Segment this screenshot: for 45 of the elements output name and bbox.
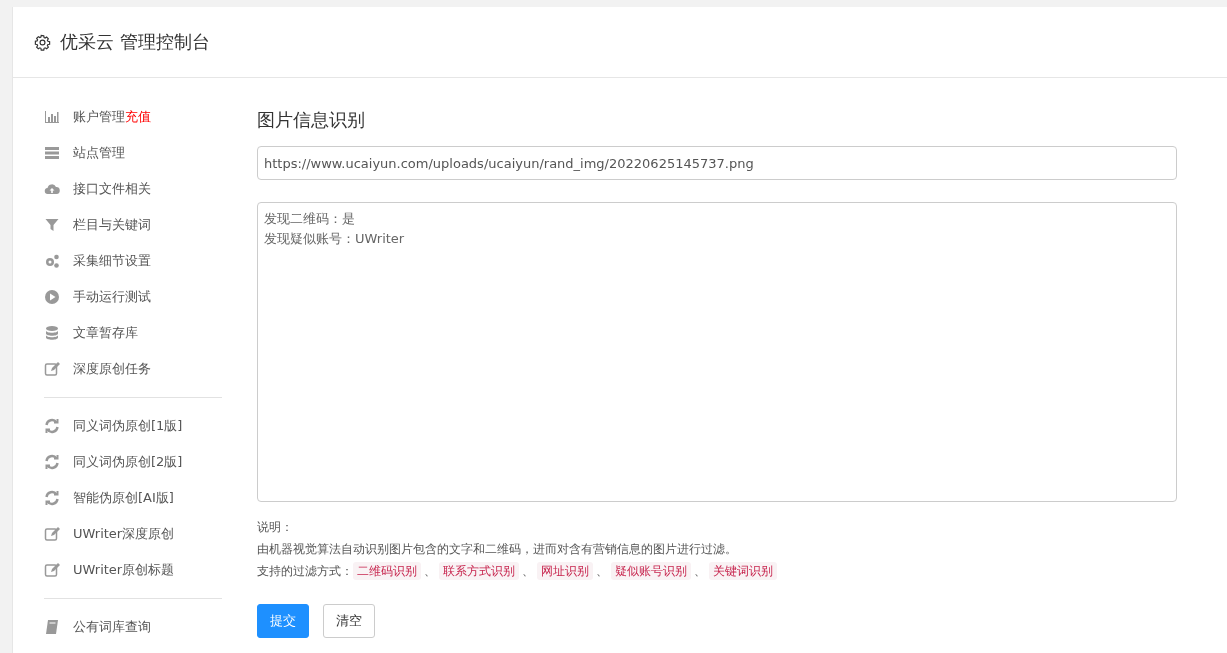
sidebar-item[interactable]: UWriter深度原创 [44,516,222,552]
sidebar-item[interactable]: 账户管理充值 [44,99,222,135]
notes-heading: 说明： [257,519,294,536]
console-title: 优采云 管理控制台 [60,30,210,54]
database-icon [44,325,60,341]
separator: 、 [694,563,706,580]
book-icon [44,619,60,635]
play-icon [44,289,60,305]
sidebar-item[interactable]: UWriter原创标题 [44,552,222,588]
refresh-icon [44,454,60,470]
edit-icon [44,562,60,578]
sidebar-item[interactable]: 手动运行测试 [44,279,222,315]
filter-tag: 关键词识别 [709,562,777,580]
sidebar-item[interactable]: 文章暂存库 [44,315,222,351]
notes-description: 由机器视觉算法自动识别图片包含的文字和二维码，进而对含有营销信息的图片进行过滤。 [257,541,738,558]
sidebar-item[interactable]: 公有词库查询 [44,609,222,645]
sidebar-item[interactable]: 同义词伪原创[2版] [44,444,222,480]
sidebar-item[interactable]: 接口文件相关 [44,171,222,207]
filters-label: 支持的过滤方式： [257,563,353,580]
sidebar-item[interactable]: 同义词伪原创[1版] [44,408,222,444]
sidebar-item[interactable]: 深度原创任务 [44,351,222,387]
cloud-upload-icon [44,181,60,197]
separator: 、 [522,563,534,580]
url-input-field[interactable]: https://www.ucaiyun.com/uploads/ucaiyun/rand_img/20220625145737.png [257,146,1177,180]
edit-icon [44,361,60,377]
filter-tag: 疑似账号识别 [611,562,691,580]
filter-tag: 网址识别 [537,562,593,580]
settings-icon [34,33,51,51]
separator: 、 [424,563,436,580]
result-field[interactable]: 发现二维码：是 发现疑似账号：UWriter [257,202,1177,502]
refresh-icon [44,490,60,506]
bar-chart-icon [44,109,60,125]
filter-icon [44,217,60,233]
sidebar-item[interactable]: 栏目与关键词 [44,207,222,243]
separator: 、 [596,563,608,580]
sidebar-item[interactable]: 站点管理 [44,135,222,171]
clear-button[interactable]: 清空 [323,604,375,638]
section-title: 图片信息识别 [257,108,366,132]
sidebar-item[interactable]: 智能伪原创[AI版] [44,480,222,516]
edit-icon [44,526,60,542]
sidebar-item[interactable]: 采集细节设置 [44,243,222,279]
server-icon [44,145,60,161]
filter-tag: 二维码识别 [353,562,421,580]
filter-tag: 联系方式识别 [439,562,519,580]
refresh-icon [44,418,60,434]
